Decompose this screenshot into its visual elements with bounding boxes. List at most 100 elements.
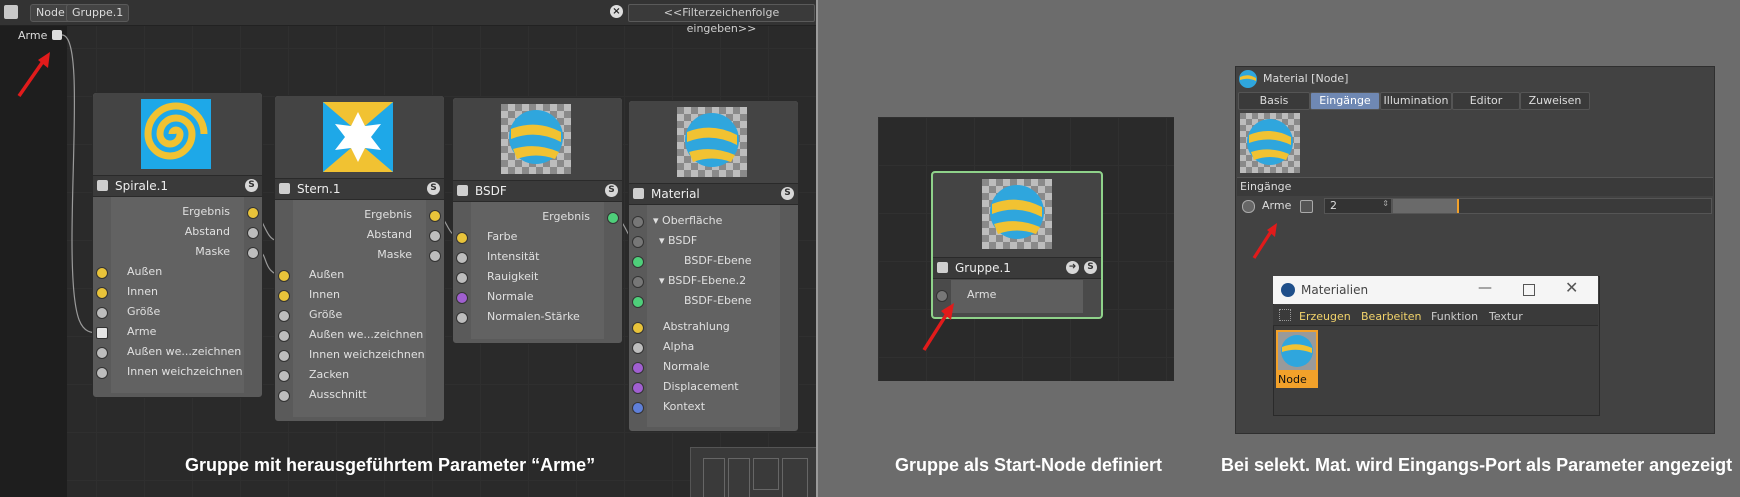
material-header[interactable]: Material S [629,183,798,205]
maximize-icon[interactable] [1523,284,1535,296]
section-header[interactable]: Eingänge [1237,177,1713,196]
tab-basis[interactable]: Basis [1238,92,1310,110]
menu-textur[interactable]: Textur [1489,310,1523,323]
tab-illumination[interactable]: Illumination [1380,92,1452,110]
material-item[interactable]: Node [1276,330,1318,388]
input-port[interactable] [278,370,290,382]
input-port[interactable] [632,256,644,268]
input-port[interactable] [632,322,644,334]
node-gruppe[interactable]: Gruppe.1 ➜ S Arme [931,171,1103,319]
port-label: Größe [309,308,343,321]
menu-bearbeiten[interactable]: Bearbeiten [1361,310,1421,323]
input-port[interactable] [632,382,644,394]
input-port[interactable] [632,342,644,354]
gruppe-header[interactable]: Gruppe.1 ➜ S [933,257,1101,279]
output-port[interactable] [247,247,259,259]
port-label: Ergebnis [542,210,590,223]
solo-badge[interactable]: S [245,179,258,192]
solo-badge[interactable]: S [427,182,440,195]
input-port[interactable] [278,270,290,282]
slider-fill [1393,199,1459,213]
menu-funktion[interactable]: Funktion [1431,310,1478,323]
output-port[interactable] [429,230,441,242]
input-port[interactable] [278,390,290,402]
solo-badge[interactable]: S [1084,261,1097,274]
minimap[interactable] [690,447,816,497]
input-port[interactable] [278,350,290,362]
port-label: Farbe [487,230,518,243]
spirale-header[interactable]: Spirale.1 S [93,175,262,197]
menu-erzeugen[interactable]: Erzeugen [1299,310,1351,323]
node-stern[interactable]: Stern.1 S Ergebnis Abstand Maske Außen I… [274,95,445,422]
caption-1: Gruppe mit herausgeführtem Parameter “Ar… [185,455,596,475]
port-row: Normale [629,357,798,377]
tab-editor[interactable]: Editor [1452,92,1520,110]
input-port[interactable] [456,232,468,244]
input-port[interactable] [278,330,290,342]
input-port[interactable] [632,276,644,288]
tree-row: ▾ BSDF-Ebene.2 [629,271,798,291]
node-material[interactable]: Material S ▾ Oberfläche ▾ BSDF BSDF-Eben… [628,100,799,432]
start-node-icon[interactable]: ➜ [1066,261,1079,274]
param-checkbox[interactable] [1300,200,1313,213]
input-port[interactable] [632,236,644,248]
param-slider[interactable] [1392,198,1712,214]
output-port[interactable] [607,212,619,224]
output-port[interactable] [247,227,259,239]
port-label: Außen we...zeichnen [309,328,424,341]
bsdf-header[interactable]: BSDF S [453,180,622,202]
section-title: Eingänge [1240,180,1292,193]
ball-thumbnail [982,179,1052,249]
input-port[interactable] [632,216,644,228]
port-row: Kontext [629,397,798,417]
port-row: Intensität [453,247,622,267]
tab-zuweisen[interactable]: Zuweisen [1520,92,1590,110]
input-port[interactable] [456,292,468,304]
tab-eingaenge[interactable]: Eingänge [1310,92,1380,110]
port-row: Rauigkeit [453,267,622,287]
input-port[interactable] [632,362,644,374]
minimap-node [782,458,808,497]
output-port[interactable] [429,250,441,262]
node-bsdf[interactable]: BSDF S Ergebnis Farbe Intensität Rauigke… [452,97,623,344]
input-port[interactable] [96,287,108,299]
minimize-icon[interactable]: — [1478,280,1492,296]
input-port[interactable] [96,267,108,279]
materials-titlebar[interactable]: Materialien — ✕ [1273,276,1598,304]
input-port[interactable] [632,402,644,414]
input-port[interactable] [96,367,108,379]
node-editor-panel[interactable]: Node Gruppe.1 × <<Filterzeichenfolge ein… [0,0,816,497]
shader-node-icon [97,180,108,191]
port-label: Abstand [184,225,230,238]
node-spirale[interactable]: Spirale.1 S Ergebnis Abstand Maske Außen… [92,92,263,398]
spin-arrows-icon[interactable]: ⇕ [1382,199,1389,208]
grip-icon[interactable] [1279,309,1291,321]
solo-badge[interactable]: S [781,187,794,200]
output-port[interactable] [247,207,259,219]
input-port[interactable] [456,312,468,324]
tree-label: ▾ Oberfläche [653,214,723,227]
materials-title: Materialien [1301,283,1369,297]
param-value-field[interactable]: 2 ⇕ [1324,198,1392,214]
input-port[interactable] [456,252,468,264]
shader-node-icon [279,183,290,194]
solo-badge[interactable]: S [605,184,618,197]
c4d-logo-icon [1281,283,1295,297]
tree-label: BSDF-Ebene [684,254,752,267]
input-port[interactable] [96,347,108,359]
input-port[interactable] [96,327,108,339]
input-port[interactable] [456,272,468,284]
input-port[interactable] [96,307,108,319]
close-icon[interactable]: ✕ [1565,278,1578,297]
input-port[interactable] [278,310,290,322]
port-label: Innen weichzeichnen [127,365,243,378]
tree-row: ▾ BSDF [629,231,798,251]
animate-radio[interactable] [1242,200,1255,213]
group-node-icon [937,262,948,273]
input-port[interactable] [632,296,644,308]
input-port[interactable] [278,290,290,302]
star-thumbnail [323,102,393,172]
output-port[interactable] [429,210,441,222]
port-row: Normale [453,287,622,307]
stern-header[interactable]: Stern.1 S [275,178,444,200]
